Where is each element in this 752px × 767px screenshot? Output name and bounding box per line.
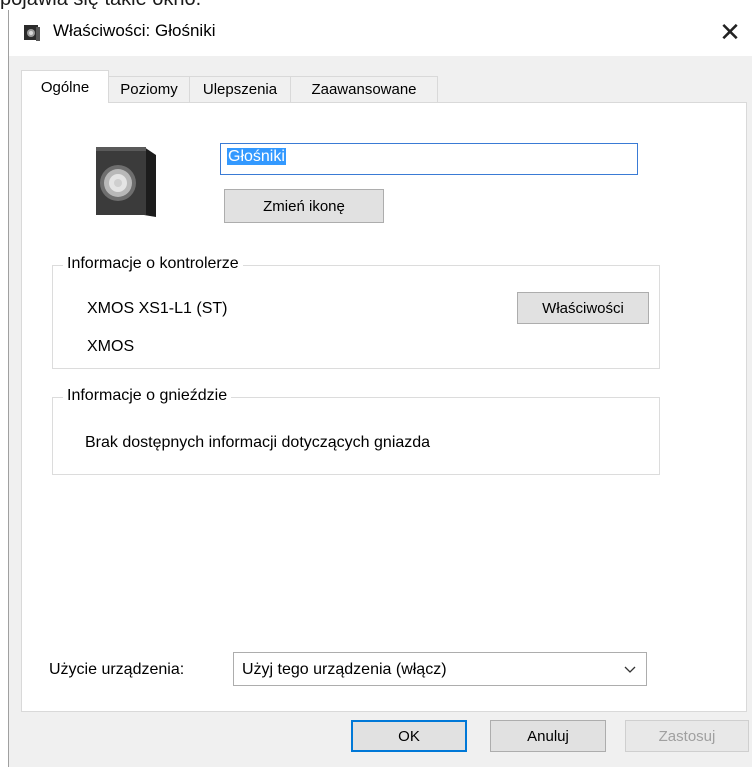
tab-label: Ulepszenia: [202, 81, 278, 98]
controller-group-label: Informacje o kontrolerze: [63, 255, 243, 273]
apply-label: Zastosuj: [658, 727, 716, 745]
title-bar[interactable]: Właściwości: Głośniki ✕: [9, 10, 752, 56]
device-name-value: Głośniki: [227, 148, 286, 165]
ok-button[interactable]: OK: [351, 720, 467, 752]
controller-manufacturer: XMOS: [87, 338, 135, 355]
controller-properties-label: Właściwości: [542, 299, 624, 317]
tab-general[interactable]: Ogólne: [21, 70, 109, 103]
controller-info-group: Informacje o kontrolerze XMOS XS1-L1 (ST…: [52, 255, 660, 369]
tab-label: Zaawansowane: [311, 81, 417, 98]
ok-label: OK: [398, 727, 420, 745]
device-name-input[interactable]: Głośniki: [220, 143, 638, 175]
cancel-button[interactable]: Anuluj: [490, 720, 606, 752]
chevron-down-icon: [624, 666, 636, 673]
controller-name: XMOS XS1-L1 (ST): [87, 300, 228, 317]
jack-info-text: Brak dostępnych informacji dotyczących g…: [85, 434, 431, 451]
apply-button[interactable]: Zastosuj: [625, 720, 749, 752]
tab-enhancements[interactable]: Ulepszenia: [189, 76, 291, 102]
window-title: Właściwości: Głośniki: [53, 21, 216, 40]
close-icon: ✕: [719, 18, 741, 48]
tab-label: Poziomy: [120, 81, 178, 98]
controller-properties-button[interactable]: Właściwości: [517, 292, 649, 324]
general-panel: Głośniki Zmień ikonę Informacje o kontro…: [21, 102, 747, 712]
change-icon-button[interactable]: Zmień ikonę: [224, 189, 384, 223]
device-usage-value: Użyj tego urządzenia (włącz): [242, 661, 447, 678]
properties-window: Właściwości: Głośniki ✕ Ogólne Poziomy U…: [8, 10, 752, 767]
device-usage-label: Użycie urządzenia:: [49, 661, 185, 678]
speaker-icon: [24, 25, 40, 41]
tab-levels[interactable]: Poziomy: [108, 76, 190, 102]
jack-group-label: Informacje o gnieździe: [63, 387, 232, 405]
jack-info-group: Informacje o gnieździe Brak dostępnych i…: [52, 387, 660, 475]
change-icon-label: Zmień ikonę: [263, 197, 345, 215]
device-usage-select[interactable]: Użyj tego urządzenia (włącz): [233, 652, 647, 686]
tab-advanced[interactable]: Zaawansowane: [290, 76, 438, 102]
cancel-label: Anuluj: [527, 727, 569, 745]
close-button[interactable]: ✕: [707, 10, 752, 56]
tab-label: Ogólne: [40, 78, 90, 96]
speaker-icon: [96, 147, 156, 217]
